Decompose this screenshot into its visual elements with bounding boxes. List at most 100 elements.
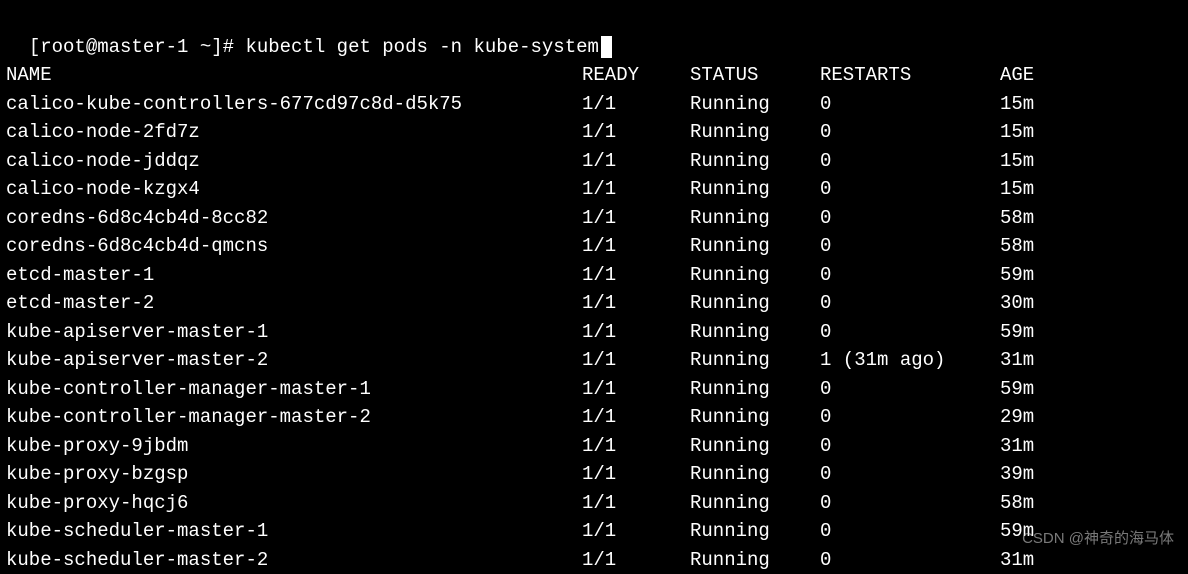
cell-ready: 1/1 — [582, 346, 690, 375]
cell-restarts: 0 — [820, 118, 1000, 147]
cell-restarts: 0 — [820, 175, 1000, 204]
cell-restarts: 0 — [820, 289, 1000, 318]
cell-restarts: 0 — [820, 261, 1000, 290]
cell-name: kube-controller-manager-master-1 — [6, 375, 582, 404]
cell-age: 59m — [1000, 517, 1182, 546]
cell-ready: 1/1 — [582, 318, 690, 347]
table-row: kube-proxy-hqcj61/1Running058m — [6, 489, 1182, 518]
table-row: kube-controller-manager-master-11/1Runni… — [6, 375, 1182, 404]
cell-status: Running — [690, 90, 820, 119]
cell-name: kube-proxy-bzgsp — [6, 460, 582, 489]
table-row: calico-node-jddqz1/1Running015m — [6, 147, 1182, 176]
pods-table: NAME READY STATUS RESTARTS AGE calico-ku… — [6, 61, 1182, 574]
table-row: calico-node-2fd7z1/1Running015m — [6, 118, 1182, 147]
cell-status: Running — [690, 489, 820, 518]
cell-name: kube-scheduler-master-1 — [6, 517, 582, 546]
cell-name: calico-node-jddqz — [6, 147, 582, 176]
cell-name: kube-scheduler-master-2 — [6, 546, 582, 574]
table-row: kube-scheduler-master-21/1Running031m — [6, 546, 1182, 574]
table-row: kube-proxy-bzgsp1/1Running039m — [6, 460, 1182, 489]
header-restarts: RESTARTS — [820, 61, 1000, 90]
cell-restarts: 0 — [820, 517, 1000, 546]
table-row: calico-kube-controllers-677cd97c8d-d5k75… — [6, 90, 1182, 119]
table-row: coredns-6d8c4cb4d-qmcns1/1Running058m — [6, 232, 1182, 261]
cell-age: 58m — [1000, 204, 1182, 233]
cell-ready: 1/1 — [582, 460, 690, 489]
table-row: kube-controller-manager-master-21/1Runni… — [6, 403, 1182, 432]
command-prompt-line[interactable]: [root@master-1 ~]# kubectl get pods -n k… — [6, 4, 1182, 61]
shell-prompt: [root@master-1 ~]# — [29, 36, 246, 58]
table-row: etcd-master-21/1Running030m — [6, 289, 1182, 318]
cell-age: 31m — [1000, 546, 1182, 574]
cell-age: 59m — [1000, 261, 1182, 290]
cell-name: etcd-master-1 — [6, 261, 582, 290]
cell-name: coredns-6d8c4cb4d-8cc82 — [6, 204, 582, 233]
cell-status: Running — [690, 175, 820, 204]
cell-restarts: 0 — [820, 318, 1000, 347]
cell-age: 31m — [1000, 346, 1182, 375]
cell-ready: 1/1 — [582, 403, 690, 432]
cell-name: coredns-6d8c4cb4d-qmcns — [6, 232, 582, 261]
command-text: kubectl get pods -n kube-system — [245, 36, 598, 58]
cell-ready: 1/1 — [582, 289, 690, 318]
table-header-row: NAME READY STATUS RESTARTS AGE — [6, 61, 1182, 90]
cell-restarts: 1 (31m ago) — [820, 346, 1000, 375]
table-row: calico-node-kzgx41/1Running015m — [6, 175, 1182, 204]
header-ready: READY — [582, 61, 690, 90]
cell-restarts: 0 — [820, 460, 1000, 489]
cell-name: kube-apiserver-master-1 — [6, 318, 582, 347]
cell-ready: 1/1 — [582, 517, 690, 546]
cell-age: 15m — [1000, 118, 1182, 147]
cell-status: Running — [690, 346, 820, 375]
table-row: coredns-6d8c4cb4d-8cc821/1Running058m — [6, 204, 1182, 233]
cell-restarts: 0 — [820, 403, 1000, 432]
cell-restarts: 0 — [820, 546, 1000, 574]
cell-restarts: 0 — [820, 489, 1000, 518]
cell-restarts: 0 — [820, 204, 1000, 233]
table-row: kube-scheduler-master-11/1Running059m — [6, 517, 1182, 546]
cursor-icon — [601, 36, 612, 58]
cell-age: 58m — [1000, 232, 1182, 261]
cell-age: 59m — [1000, 375, 1182, 404]
cell-ready: 1/1 — [582, 375, 690, 404]
cell-status: Running — [690, 232, 820, 261]
cell-status: Running — [690, 546, 820, 574]
cell-status: Running — [690, 118, 820, 147]
cell-restarts: 0 — [820, 232, 1000, 261]
cell-ready: 1/1 — [582, 261, 690, 290]
header-status: STATUS — [690, 61, 820, 90]
pods-table-body: calico-kube-controllers-677cd97c8d-d5k75… — [6, 90, 1182, 574]
cell-name: kube-apiserver-master-2 — [6, 346, 582, 375]
table-row: kube-apiserver-master-11/1Running059m — [6, 318, 1182, 347]
cell-status: Running — [690, 318, 820, 347]
cell-name: calico-node-kzgx4 — [6, 175, 582, 204]
cell-name: calico-kube-controllers-677cd97c8d-d5k75 — [6, 90, 582, 119]
cell-name: etcd-master-2 — [6, 289, 582, 318]
cell-age: 15m — [1000, 175, 1182, 204]
cell-restarts: 0 — [820, 90, 1000, 119]
cell-age: 30m — [1000, 289, 1182, 318]
table-row: etcd-master-11/1Running059m — [6, 261, 1182, 290]
cell-restarts: 0 — [820, 375, 1000, 404]
cell-age: 15m — [1000, 147, 1182, 176]
header-age: AGE — [1000, 61, 1182, 90]
cell-ready: 1/1 — [582, 232, 690, 261]
cell-name: kube-proxy-hqcj6 — [6, 489, 582, 518]
cell-status: Running — [690, 432, 820, 461]
cell-age: 59m — [1000, 318, 1182, 347]
cell-name: calico-node-2fd7z — [6, 118, 582, 147]
header-name: NAME — [6, 61, 582, 90]
cell-name: kube-controller-manager-master-2 — [6, 403, 582, 432]
cell-status: Running — [690, 261, 820, 290]
cell-age: 29m — [1000, 403, 1182, 432]
cell-ready: 1/1 — [582, 118, 690, 147]
cell-age: 39m — [1000, 460, 1182, 489]
table-row: kube-apiserver-master-21/1Running1 (31m … — [6, 346, 1182, 375]
cell-ready: 1/1 — [582, 546, 690, 574]
cell-status: Running — [690, 204, 820, 233]
cell-ready: 1/1 — [582, 204, 690, 233]
cell-age: 58m — [1000, 489, 1182, 518]
cell-ready: 1/1 — [582, 147, 690, 176]
cell-status: Running — [690, 375, 820, 404]
cell-ready: 1/1 — [582, 175, 690, 204]
